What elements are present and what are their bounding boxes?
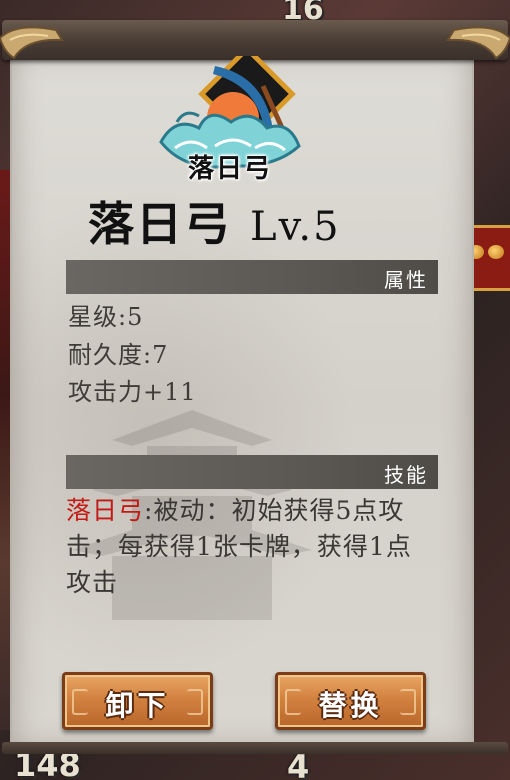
stat-attack: 攻击力+11: [68, 378, 197, 406]
stat-durability: 耐久度:7: [68, 341, 169, 369]
scroll-ornament-icon: [0, 26, 64, 60]
game-screen: 16 148 4 落日弓 落日弓 Lv.5 属性 星级:5 耐久度:7 攻击力+…: [0, 0, 510, 780]
button-ornament-icon: [400, 689, 416, 715]
item-icon-label: 落日弓: [187, 154, 272, 184]
item-level: Lv.5: [250, 204, 341, 250]
skills-header-label: 技能: [384, 463, 428, 487]
replace-button[interactable]: 替换: [275, 672, 426, 730]
scroll-ornament-icon: [446, 26, 510, 60]
stat-star-level: 星级:5: [68, 303, 144, 331]
skill-description-block: 落日弓:被动：初始获得5点攻击；每获得1张卡牌，获得1点攻击: [66, 493, 434, 601]
skill-name: 落日弓: [66, 496, 145, 525]
unequip-button[interactable]: 卸下: [62, 672, 213, 730]
attributes-header: 属性: [66, 260, 438, 294]
skills-header: 技能: [66, 455, 438, 489]
button-ornament-icon: [187, 689, 203, 715]
item-title: 落日弓 Lv.5: [88, 188, 341, 254]
coin-icon: [488, 245, 504, 259]
scroll-bottom-rod: [2, 742, 508, 754]
attributes-header-label: 属性: [384, 268, 428, 292]
item-name: 落日弓: [88, 197, 232, 251]
scroll-top-rod: [2, 20, 508, 60]
